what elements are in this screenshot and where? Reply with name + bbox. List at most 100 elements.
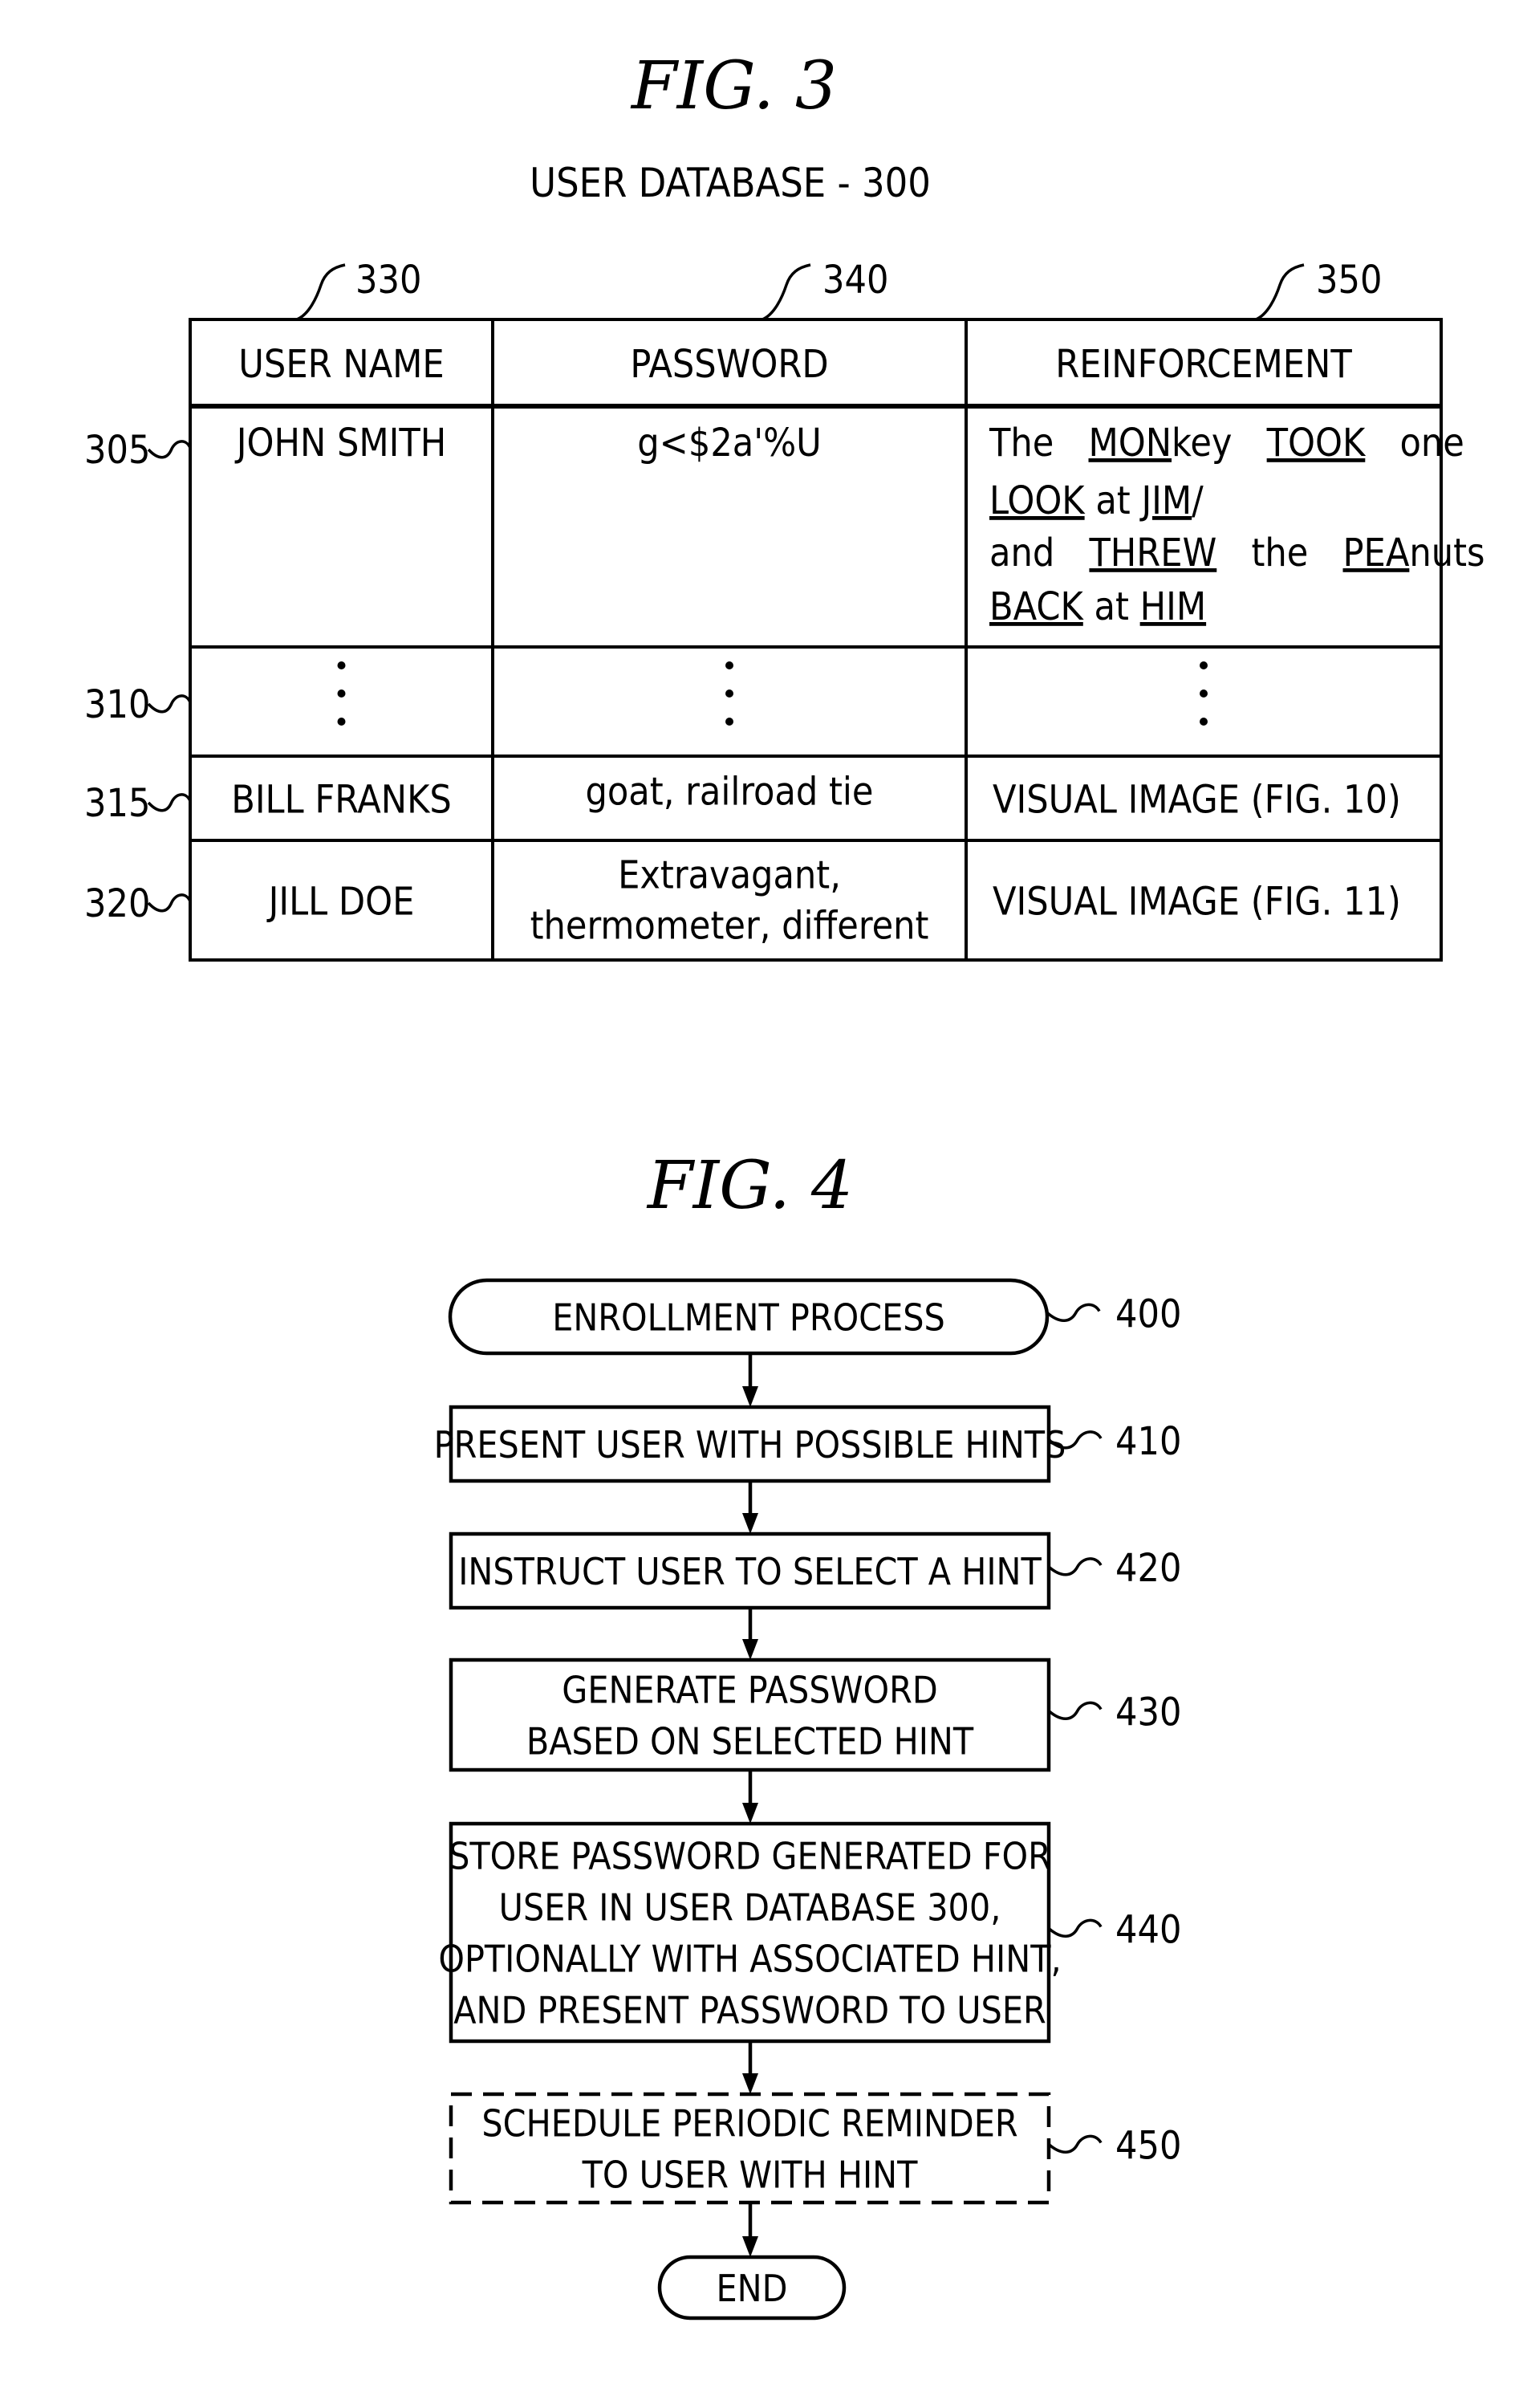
figure-4-title: FIG. 4 [646, 1148, 853, 1224]
word-space [1083, 584, 1095, 629]
ellipsis-dot [1200, 718, 1208, 726]
word-space [1365, 421, 1399, 466]
user-name-cell: JOHN SMITH [234, 421, 446, 466]
reinforcement-word: nuts [1409, 531, 1484, 576]
arrowhead-icon [742, 2073, 758, 2094]
leader-line [296, 263, 346, 321]
ellipsis-dot [725, 689, 733, 698]
flow-step-text: ENROLLMENT PROCESS [552, 1296, 945, 1340]
row-reference-number: 305 [84, 428, 150, 473]
flow-step-text: AND PRESENT PASSWORD TO USER [453, 1989, 1046, 2032]
step-reference-number: 450 [1115, 2124, 1181, 2169]
step-reference-number: 400 [1115, 1292, 1181, 1337]
word-space [1216, 531, 1251, 576]
flow-step-440: STORE PASSWORD GENERATED FOR USER IN USER… [438, 1821, 1181, 2044]
flow-step-400: ENROLLMENT PROCESS 400 [448, 1278, 1181, 1356]
word-space [1085, 478, 1096, 523]
password-cell: g<$2a'%U [637, 421, 822, 466]
reinforcement-cell: VISUAL IMAGE (FIG. 11) [993, 880, 1401, 925]
ellipsis-dot [337, 661, 346, 669]
flow-step-text: TO USER WITH HINT [582, 2154, 919, 2197]
reinforcement-line: and THREW the PEAnuts [989, 531, 1485, 576]
step-leader [1047, 2134, 1103, 2154]
column-reference-number: 340 [822, 258, 888, 303]
column-header: REINFORCEMENT [1055, 342, 1352, 387]
column-reference-number: 330 [355, 258, 421, 303]
flow-step-text: USER IN USER DATABASE 300, [499, 1886, 1001, 1930]
column-header: USER NAME [238, 342, 444, 387]
row-leader [147, 440, 192, 459]
ellipsis-dot [337, 718, 346, 726]
ellipsis-dot [725, 661, 733, 669]
reinforcement-word: the [1251, 531, 1308, 576]
reinforcement-word: and [989, 531, 1054, 576]
leader-line [762, 263, 811, 321]
word-space [1054, 531, 1089, 576]
reinforcement-word: The [989, 421, 1054, 466]
flow-step-430: GENERATE PASSWORD BASED ON SELECTED HINT 4… [449, 1658, 1181, 1772]
user-name-cell: BILL FRANKS [231, 778, 452, 823]
step-reference-number: 440 [1115, 1908, 1181, 1953]
step-leader [1046, 1303, 1101, 1322]
ellipsis-dot [1200, 661, 1208, 669]
step-leader [1047, 1557, 1103, 1576]
underlined-mnemonic-word: HIM [1140, 584, 1206, 629]
reinforcement-word: at [1095, 478, 1130, 523]
ellipsis-dot [1200, 689, 1208, 698]
flow-step-end: END [657, 2255, 847, 2321]
reinforcement-line: BACK at HIM [989, 584, 1206, 629]
arrowhead-icon [742, 1386, 758, 1407]
step-reference-number: 410 [1115, 1419, 1181, 1464]
arrowhead-icon [742, 1513, 758, 1534]
arrowhead-icon [742, 1803, 758, 1824]
step-leader [1047, 1701, 1103, 1720]
word-space [1131, 478, 1142, 523]
flow-step-text: GENERATE PASSWORD [562, 1669, 937, 1712]
step-reference-number: 420 [1115, 1546, 1181, 1591]
reinforcement-word: at [1095, 584, 1129, 629]
password-cell: goat, railroad tie [585, 770, 873, 815]
flow-step-text: BASED ON SELECTED HINT [526, 1720, 974, 1763]
flow-step-text: PRESENT USER WITH POSSIBLE HINTS [434, 1423, 1066, 1466]
arrowhead-icon [742, 1639, 758, 1660]
enrollment-flowchart: ENROLLMENT PROCESS 400 PRESENT USER WITH P… [434, 1278, 1181, 2321]
flow-step-text: STORE PASSWORD GENERATED FOR [449, 1835, 1051, 1878]
column-header: PASSWORD [630, 342, 828, 387]
word-space [1308, 531, 1342, 576]
user-database-table: USER NAME 330 PASSWORD 340 REINFORCEMENT 350 3… [84, 258, 1485, 962]
arrowhead-icon [742, 2236, 758, 2257]
word-space [1054, 421, 1088, 466]
leader-line [1255, 263, 1305, 321]
underlined-mnemonic-word: BACK [989, 584, 1084, 629]
row-reference-number: 315 [84, 781, 150, 826]
column-reference-number: 350 [1316, 258, 1382, 303]
underlined-mnemonic-word: JIM [1139, 478, 1192, 523]
row-reference-number: 320 [84, 881, 150, 926]
reinforcement-cell: VISUAL IMAGE (FIG. 10) [993, 778, 1401, 823]
reinforcement-line: LOOK at JIM/ [989, 478, 1204, 523]
figure-3-title: FIG. 3 [630, 48, 837, 124]
row-leader [147, 694, 192, 714]
row-reference-number: 310 [84, 682, 150, 727]
word-space [1129, 584, 1140, 629]
user-name-cell: JILL DOE [266, 880, 415, 925]
step-leader [1047, 1918, 1103, 1938]
underlined-mnemonic-word: MON [1089, 421, 1172, 466]
reinforcement-word: / [1192, 478, 1204, 523]
flow-step-text: SCHEDULE PERIODIC REMINDER [481, 2102, 1017, 2146]
patent-drawing-sheet: FIG. 3 USER DATABASE - 300 USER NAME 330 P… [84, 48, 1485, 2321]
underlined-mnemonic-word: LOOK [989, 478, 1086, 523]
underlined-mnemonic-word: PEA [1343, 531, 1410, 576]
flow-step-450: SCHEDULE PERIODIC REMINDER TO USER WITH H… [449, 2092, 1181, 2205]
step-reference-number: 430 [1115, 1690, 1181, 1735]
reinforcement-word: key [1172, 421, 1232, 466]
flow-step-text: OPTIONALLY WITH ASSOCIATED HINT, [438, 1938, 1061, 1981]
ellipsis-dot [725, 718, 733, 726]
flow-step-text: INSTRUCT USER TO SELECT A HINT [458, 1550, 1042, 1593]
password-cell-line: thermometer, different [530, 904, 929, 949]
figure-3-subtitle: USER DATABASE - 300 [530, 160, 931, 206]
flow-step-text: END [717, 2267, 788, 2310]
password-cell-line: Extravagant, [618, 853, 841, 898]
underlined-mnemonic-word: TOOK [1266, 421, 1367, 466]
flow-step-410: PRESENT USER WITH POSSIBLE HINTS 410 [434, 1405, 1181, 1483]
